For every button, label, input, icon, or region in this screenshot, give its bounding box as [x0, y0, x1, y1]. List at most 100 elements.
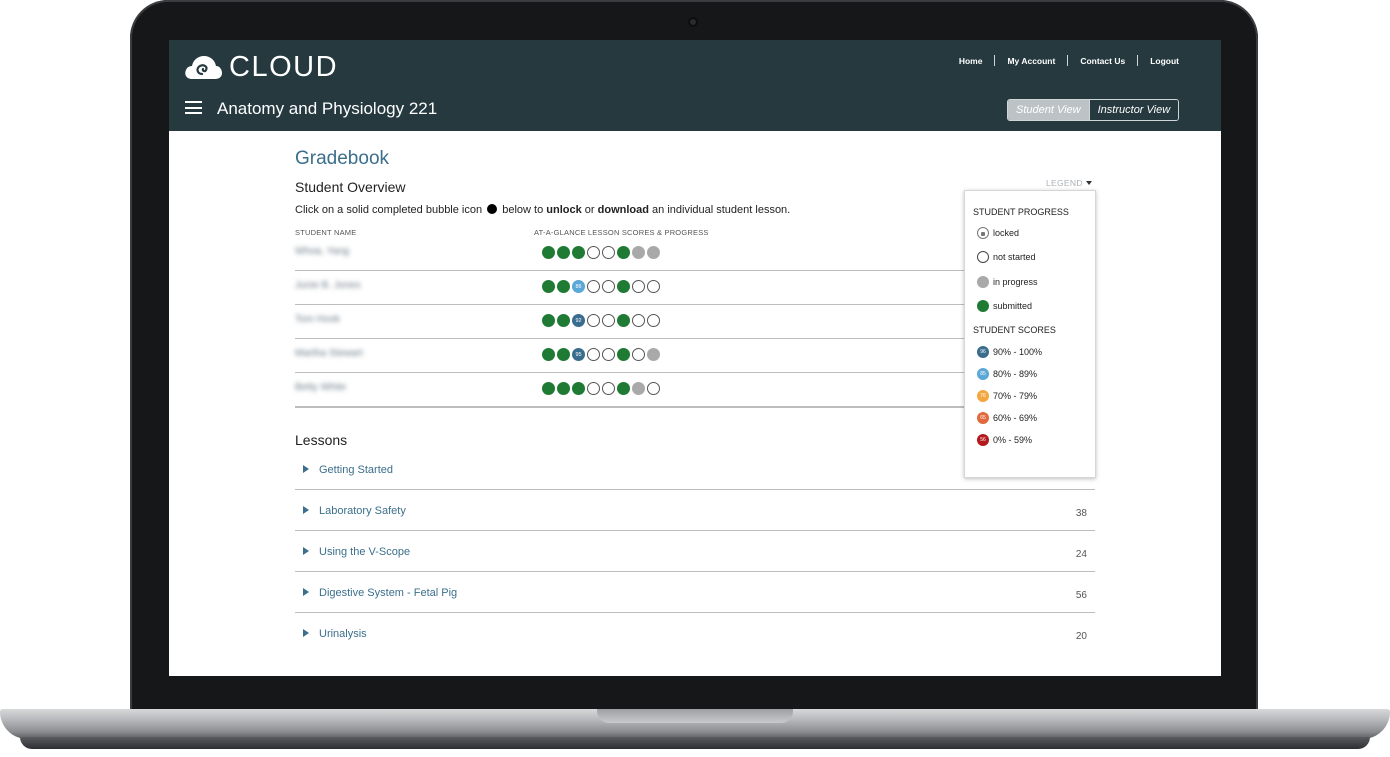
- legend-score-item: 76 70% - 79%: [977, 390, 1037, 402]
- solid-bubble-icon: [487, 204, 498, 214]
- nav-my-account[interactable]: My Account: [995, 56, 1067, 66]
- bubble-submitted-icon[interactable]: [617, 348, 630, 361]
- bubble-submitted-icon[interactable]: [572, 382, 585, 395]
- bubble-inprogress-icon: [647, 246, 660, 259]
- lesson-count: 56: [1075, 590, 1087, 601]
- bubble-submitted-icon[interactable]: [557, 280, 570, 293]
- bubble-submitted-icon[interactable]: [617, 382, 630, 395]
- lesson-count: 20: [1075, 631, 1087, 642]
- legend-panel: STUDENT PROGRESS STUDENT SCORES locked no…: [964, 190, 1096, 478]
- section-title-student-overview: Student Overview: [295, 179, 406, 195]
- bubble-notstarted-icon: [647, 314, 660, 327]
- bubble-notstarted-icon: [587, 382, 600, 395]
- legend-score-item: 65 60% - 69%: [977, 412, 1037, 424]
- lesson-bubbles: 92: [542, 314, 660, 327]
- nav-logout[interactable]: Logout: [1138, 56, 1191, 66]
- lesson-name[interactable]: Getting Started: [319, 464, 393, 476]
- legend-label: locked: [993, 228, 1020, 238]
- legend-scores-title: STUDENT SCORES: [973, 325, 1056, 335]
- lesson-name[interactable]: Digestive System - Fetal Pig: [319, 587, 457, 599]
- instruction-or: or: [584, 204, 595, 216]
- lesson-row[interactable]: Using the V-Scope 24: [295, 531, 1095, 572]
- lesson-name[interactable]: Urinalysis: [319, 628, 367, 640]
- bubble-notstarted-icon: [602, 348, 615, 361]
- legend-score-bubble-icon: 76: [977, 390, 989, 402]
- legend-submitted-icon: [977, 300, 989, 312]
- student-name[interactable]: Martha Stewart: [295, 348, 363, 359]
- nav-contact-us[interactable]: Contact Us: [1068, 56, 1137, 66]
- cloud-logo-icon: [185, 56, 222, 79]
- legend-toggle[interactable]: LEGEND: [1046, 178, 1092, 188]
- bubble-submitted-icon[interactable]: [557, 246, 570, 259]
- bubble-submitted-icon[interactable]: [557, 382, 570, 395]
- bubble-s90-icon[interactable]: 95: [572, 348, 585, 361]
- bubble-notstarted-icon: [602, 314, 615, 327]
- legend-score-bubble-icon: 65: [977, 412, 989, 424]
- lesson-name[interactable]: Using the V-Scope: [319, 546, 410, 558]
- bubble-submitted-icon[interactable]: [617, 246, 630, 259]
- student-view-button[interactable]: Student View: [1008, 100, 1089, 120]
- student-name[interactable]: Betty White: [295, 382, 346, 393]
- legend-score-item: 85 80% - 89%: [977, 368, 1037, 380]
- bubble-notstarted-icon: [587, 348, 600, 361]
- lesson-bubbles: 86: [542, 280, 660, 293]
- bubble-notstarted-icon: [587, 314, 600, 327]
- student-name[interactable]: Whoa, Yang: [295, 246, 349, 257]
- legend-score-bubble-icon: 85: [977, 368, 989, 380]
- expand-triangle-icon[interactable]: [303, 465, 309, 473]
- bubble-notstarted-icon: [587, 280, 600, 293]
- lesson-row[interactable]: Digestive System - Fetal Pig 56: [295, 572, 1095, 613]
- bubble-notstarted-icon: [647, 382, 660, 395]
- student-name[interactable]: Tom Hook: [295, 314, 340, 325]
- instructor-view-button[interactable]: Instructor View: [1088, 100, 1179, 120]
- expand-triangle-icon[interactable]: [303, 547, 309, 555]
- column-header-student-name: STUDENT NAME: [295, 228, 357, 237]
- hamburger-menu-icon[interactable]: [185, 101, 202, 114]
- nav-home[interactable]: Home: [947, 56, 995, 66]
- bubble-submitted-icon[interactable]: [542, 382, 555, 395]
- bubble-submitted-icon[interactable]: [572, 246, 585, 259]
- legend-locked-icon: [977, 227, 989, 239]
- lesson-name[interactable]: Laboratory Safety: [319, 505, 406, 517]
- bubble-notstarted-icon: [632, 314, 645, 327]
- instruction-mid: below to: [502, 204, 544, 216]
- instruction-download: download: [597, 204, 649, 216]
- webcam-icon: [688, 17, 698, 27]
- lesson-bubbles: [542, 246, 660, 259]
- bubble-inprogress-icon: [632, 246, 645, 259]
- bubble-submitted-icon[interactable]: [557, 314, 570, 327]
- instruction-text: Click on a solid completed bubble icon b…: [295, 204, 790, 216]
- bubble-s80-icon[interactable]: 86: [572, 280, 585, 293]
- legend-inprogress-icon: [977, 276, 989, 288]
- lesson-count: 24: [1075, 549, 1087, 560]
- legend-toggle-label: LEGEND: [1046, 178, 1083, 188]
- student-name[interactable]: Junie B. Jones: [295, 280, 361, 291]
- bubble-inprogress-icon: [632, 382, 645, 395]
- legend-notstarted-icon: [977, 251, 989, 263]
- expand-triangle-icon[interactable]: [303, 588, 309, 596]
- expand-triangle-icon[interactable]: [303, 506, 309, 514]
- legend-label: 70% - 79%: [993, 391, 1038, 401]
- bubble-submitted-icon[interactable]: [617, 314, 630, 327]
- bubble-s90-icon[interactable]: 92: [572, 314, 585, 327]
- legend-label: 90% - 100%: [993, 347, 1043, 357]
- bubble-notstarted-icon: [602, 280, 615, 293]
- expand-triangle-icon[interactable]: [303, 629, 309, 637]
- legend-score-item: 96 90% - 100%: [977, 346, 1042, 358]
- top-nav: Home My Account Contact Us Logout: [947, 55, 1191, 66]
- lesson-row[interactable]: Laboratory Safety 38: [295, 490, 1095, 531]
- top-bar: CLOUD Home My Account Contact Us Logout …: [169, 40, 1221, 131]
- lesson-bubbles: 95: [542, 348, 660, 361]
- bubble-submitted-icon[interactable]: [542, 246, 555, 259]
- bubble-submitted-icon[interactable]: [617, 280, 630, 293]
- bubble-submitted-icon[interactable]: [542, 314, 555, 327]
- page-title: Gradebook: [295, 148, 390, 169]
- lesson-row[interactable]: Urinalysis 20: [295, 613, 1095, 653]
- logo[interactable]: CLOUD: [183, 51, 338, 83]
- legend-label: not started: [993, 252, 1036, 262]
- bubble-submitted-icon[interactable]: [542, 280, 555, 293]
- bubble-notstarted-icon: [632, 348, 645, 361]
- screen: CLOUD Home My Account Contact Us Logout …: [169, 40, 1221, 676]
- bubble-submitted-icon[interactable]: [557, 348, 570, 361]
- bubble-submitted-icon[interactable]: [542, 348, 555, 361]
